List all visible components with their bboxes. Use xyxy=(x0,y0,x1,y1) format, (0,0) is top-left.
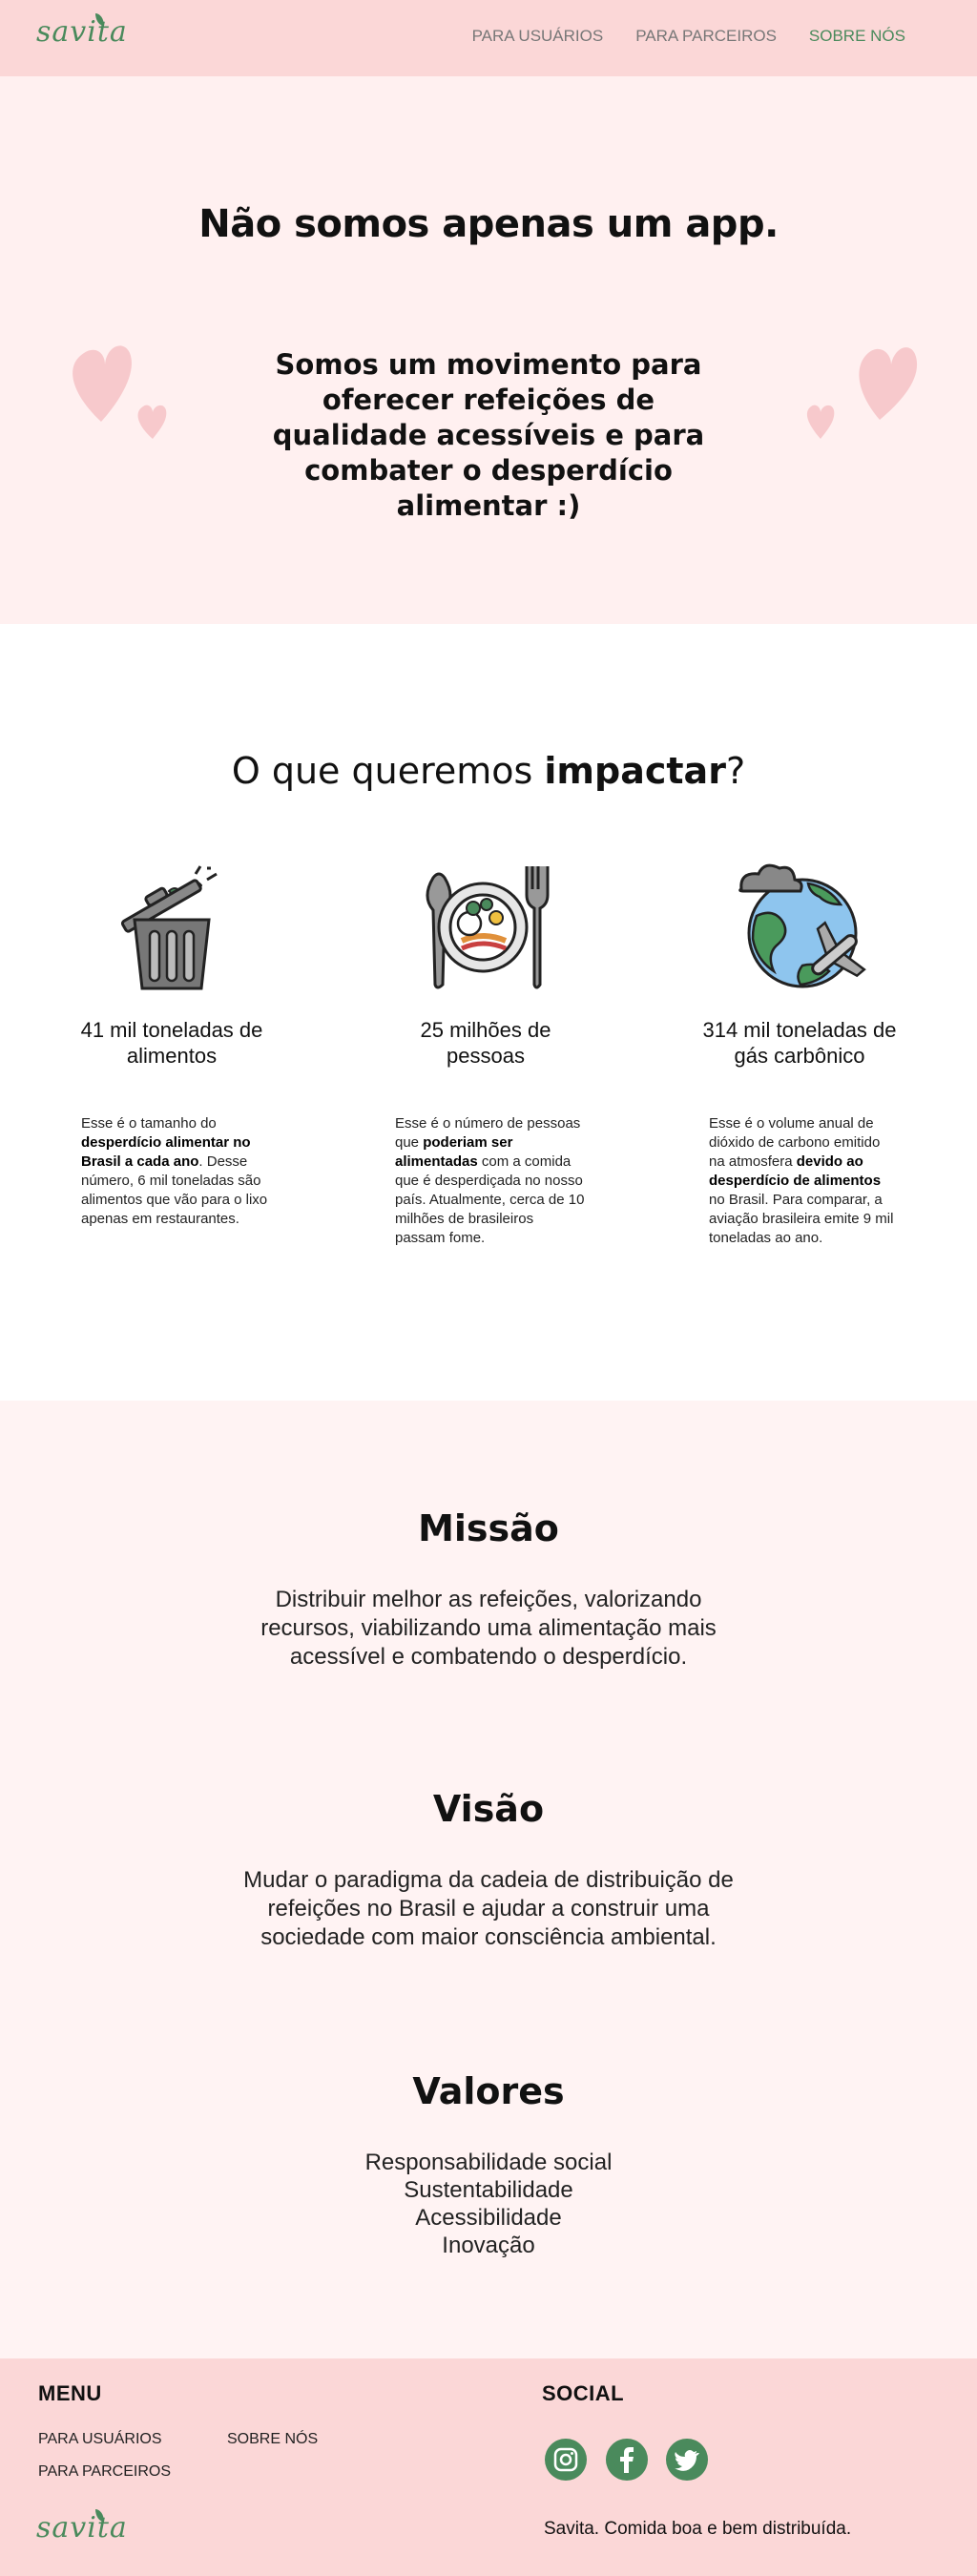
missao-title: Missão xyxy=(418,1507,559,1549)
footer-social-title: SOCIAL xyxy=(542,2381,625,2405)
footer-link-para-parceiros[interactable]: PARA PARCEIROS xyxy=(38,2463,171,2481)
nav-link-para-usuarios[interactable]: PARA USUÁRIOS xyxy=(472,27,604,46)
valores-list: Responsabilidade social Sustentabilidade… xyxy=(0,2149,977,2259)
footer-savita-logo[interactable]: savita xyxy=(36,2509,128,2545)
visao-text: Mudar o paradigma da cadeia de distribui… xyxy=(243,1867,734,1950)
logo-text: savita xyxy=(36,2511,128,2545)
impact-stat: 314 mil toneladas de gás carbônico xyxy=(702,1018,897,1068)
mission-vision-values-section: Missão Distribuir melhor as refeições, v… xyxy=(0,1401,977,2358)
impact-title: O que queremos impactar? xyxy=(231,750,746,792)
valor-item: Acessibilidade xyxy=(415,2205,562,2231)
valor-item: Responsabilidade social xyxy=(364,2150,613,2175)
hero-section: Não somos apenas um app. Somos um movime… xyxy=(0,76,977,624)
hero-text: Somos um movimento para oferecer refeiçõ… xyxy=(272,348,705,522)
valor-item: Sustentabilidade xyxy=(404,2177,573,2203)
facebook-icon[interactable] xyxy=(606,2439,648,2481)
footer-tagline: Savita. Comida boa e bem distribuída. xyxy=(544,2519,852,2539)
top-navbar: savita PARA USUÁRIOS PARA PARCEIROS SOBR… xyxy=(0,0,977,76)
impact-section: O que queremos impactar? 41 mil tonelada… xyxy=(0,624,977,1401)
missao-text: Distribuir melhor as refeições, valoriza… xyxy=(260,1587,717,1670)
heart-decoration-icon xyxy=(806,347,918,439)
plate-cutlery-icon xyxy=(426,866,550,989)
heart-decoration-icon xyxy=(73,345,167,439)
instagram-icon[interactable] xyxy=(545,2439,587,2481)
impact-description: Esse é o número de pessoas que poderiam … xyxy=(395,1115,585,1246)
impact-stat: 41 mil toneladas de alimentos xyxy=(80,1018,263,1068)
savita-logo[interactable]: savita xyxy=(36,13,128,49)
footer-link-sobre-nos[interactable]: SOBRE NÓS xyxy=(227,2431,318,2448)
impact-description: Esse é o tamanho do desperdício alimenta… xyxy=(81,1115,268,1227)
impact-description: Esse é o volume anual de dióxido de carb… xyxy=(709,1115,894,1246)
hero-title: Não somos apenas um app. xyxy=(198,202,779,246)
footer: MENU PARA USUÁRIOS SOBRE NÓS PARA PARCEI… xyxy=(0,2358,977,2576)
nav-links: PARA USUÁRIOS PARA PARCEIROS SOBRE NÓS xyxy=(472,27,905,46)
impact-stat: 25 milhões de pessoas xyxy=(420,1018,551,1068)
logo-text: savita xyxy=(36,15,128,49)
globe-airplane-icon xyxy=(738,863,866,988)
nav-link-sobre-nos[interactable]: SOBRE NÓS xyxy=(809,27,905,46)
footer-menu-title: MENU xyxy=(38,2381,102,2405)
twitter-icon[interactable] xyxy=(666,2439,708,2481)
valor-item: Inovação xyxy=(442,2233,535,2258)
footer-link-para-usuarios[interactable]: PARA USUÁRIOS xyxy=(38,2431,162,2448)
nav-link-para-parceiros[interactable]: PARA PARCEIROS xyxy=(635,27,777,46)
trash-can-icon xyxy=(120,865,218,990)
visao-title: Visão xyxy=(432,1788,545,1830)
valores-title: Valores xyxy=(412,2070,565,2112)
